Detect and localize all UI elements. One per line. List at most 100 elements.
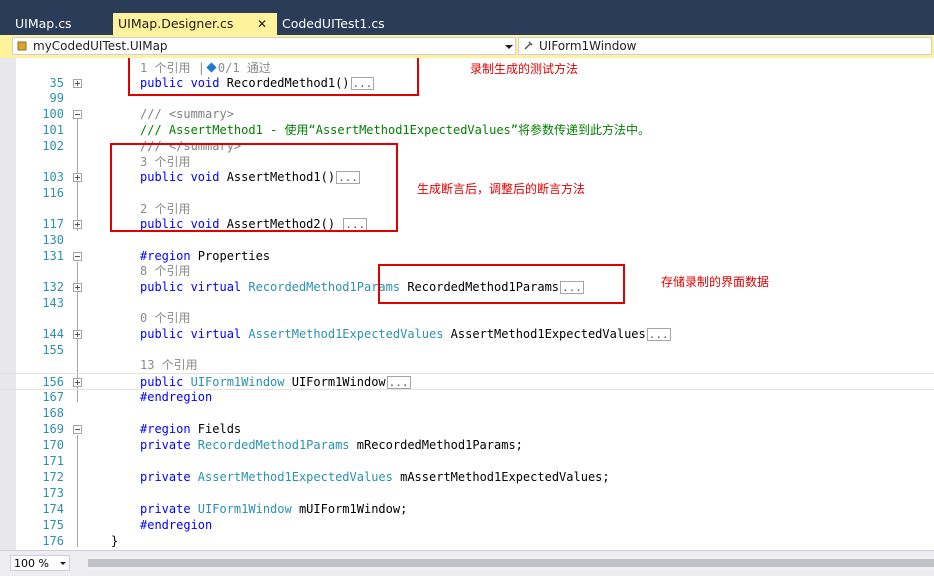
type-name: UIForm1Window bbox=[190, 375, 285, 389]
code-line: 100 /// <summary> bbox=[0, 106, 934, 122]
code-line: 168 bbox=[0, 405, 934, 421]
code-line: 172 private AssertMethod1ExpectedValues … bbox=[0, 469, 934, 485]
line-number: 156 bbox=[42, 375, 64, 389]
annotation-label-assert-methods: 生成断言后，调整后的断言方法 bbox=[417, 182, 586, 196]
tab-uimap-cs[interactable]: UIMap.cs bbox=[10, 13, 110, 35]
annotation-label-stored-data: 存储录制的界面数据 bbox=[661, 275, 770, 289]
tab-codeduitest1-cs[interactable]: CodedUITest1.cs bbox=[277, 13, 427, 35]
collapse-icon[interactable] bbox=[73, 252, 82, 261]
horizontal-scrollbar[interactable] bbox=[88, 557, 934, 569]
line-number: 130 bbox=[42, 233, 64, 247]
type-name: AssertMethod1ExpectedValues bbox=[248, 327, 444, 341]
annotation-label-recorded-method: 录制生成的测试方法 bbox=[470, 62, 579, 76]
keyword: private bbox=[140, 502, 198, 516]
property-name: AssertMethod1ExpectedValues bbox=[443, 327, 646, 341]
collapsed-block-indicator[interactable]: ... bbox=[646, 328, 671, 341]
codelens-references[interactable]: 0 个引用 bbox=[140, 310, 190, 326]
scrollbar-thumb[interactable] bbox=[88, 559, 934, 567]
line-number: 168 bbox=[42, 406, 64, 420]
codelens-references[interactable]: 13 个引用 bbox=[140, 357, 198, 373]
line-number: 169 bbox=[42, 422, 64, 436]
line-number: 131 bbox=[42, 249, 64, 263]
keyword: public virtual bbox=[140, 327, 249, 341]
code-line: 169 #region Fields bbox=[0, 421, 934, 437]
line-number: 35 bbox=[49, 76, 64, 90]
line-number: 171 bbox=[42, 454, 64, 468]
code-line: 173 bbox=[0, 485, 934, 501]
line-number: 99 bbox=[49, 91, 64, 105]
code-editor[interactable]: 1 个引用 | 0/1 通过 35 public void RecordedMet… bbox=[0, 58, 934, 550]
code-line: 176 } bbox=[0, 533, 934, 549]
field-name: mUIForm1Window; bbox=[291, 502, 408, 516]
keyword: #region bbox=[140, 249, 198, 263]
class-dropdown-value: myCodedUITest.UIMap bbox=[33, 39, 168, 53]
code-line: 155 bbox=[0, 342, 934, 358]
expand-icon[interactable] bbox=[73, 173, 82, 182]
zoom-dropdown[interactable]: 100 % bbox=[10, 555, 70, 571]
codelens-references[interactable]: 8 个引用 bbox=[140, 263, 190, 279]
expand-icon[interactable] bbox=[73, 220, 82, 229]
region-name: Fields bbox=[197, 422, 242, 436]
line-number: 170 bbox=[42, 438, 64, 452]
chevron-down-icon bbox=[505, 45, 513, 49]
line-number: 176 bbox=[42, 534, 64, 548]
line-number: 102 bbox=[42, 139, 64, 153]
collapsed-block-indicator[interactable]: ... bbox=[386, 376, 411, 389]
collapse-icon[interactable] bbox=[73, 110, 82, 119]
code-line: 170 private RecordedMethod1Params mRecor… bbox=[0, 437, 934, 453]
line-number: 101 bbox=[42, 123, 64, 137]
keyword: #endregion bbox=[140, 518, 213, 532]
keyword: #endregion bbox=[140, 390, 213, 404]
code-line: 144 public virtual AssertMethod1Expected… bbox=[0, 326, 934, 342]
expand-icon[interactable] bbox=[73, 283, 82, 292]
collapse-icon[interactable] bbox=[73, 425, 82, 434]
line-number: 174 bbox=[42, 502, 64, 516]
keyword: public bbox=[140, 375, 191, 389]
line-number: 103 bbox=[42, 170, 64, 184]
line-number: 100 bbox=[42, 107, 64, 121]
tab-uimap-designer-cs[interactable]: UIMap.Designer.cs ✕ bbox=[113, 13, 277, 35]
line-number: 144 bbox=[42, 327, 64, 341]
line-number: 167 bbox=[42, 390, 64, 404]
member-dropdown[interactable]: UIForm1Window bbox=[518, 37, 932, 55]
annotation-box-stored-data bbox=[378, 264, 625, 304]
field-name: mRecordedMethod1Params; bbox=[349, 438, 523, 452]
annotation-box-recorded-method bbox=[128, 58, 419, 96]
tab-label: UIMap.cs bbox=[15, 16, 72, 31]
member-dropdown-value: UIForm1Window bbox=[539, 39, 637, 53]
field-name: mAssertMethod1ExpectedValues; bbox=[392, 470, 610, 484]
zoom-value: 100 % bbox=[14, 557, 49, 570]
region-name: Properties bbox=[197, 249, 271, 263]
annotation-box-assert-methods bbox=[110, 143, 398, 232]
expand-icon[interactable] bbox=[73, 330, 82, 339]
wrench-icon bbox=[524, 41, 533, 50]
code-line: 167 #endregion bbox=[0, 389, 934, 405]
expand-icon[interactable] bbox=[73, 79, 82, 88]
code-line: 174 private UIForm1Window mUIForm1Window… bbox=[0, 501, 934, 517]
editor-bottom-bar: 100 % bbox=[0, 550, 934, 576]
line-number: 173 bbox=[42, 486, 64, 500]
close-icon[interactable]: ✕ bbox=[257, 13, 267, 35]
document-tab-bar: UIMap.cs UIMap.Designer.cs ✕ CodedUITest… bbox=[0, 0, 934, 35]
code-line: 175 #endregion bbox=[0, 517, 934, 533]
doc-comment: /// <summary> bbox=[140, 107, 234, 121]
expand-icon[interactable] bbox=[73, 378, 82, 387]
class-icon bbox=[17, 41, 27, 51]
keyword: #region bbox=[140, 422, 198, 436]
code-line: 101 /// AssertMethod1 - 使用“AssertMethod1… bbox=[0, 122, 934, 138]
code-line: 171 bbox=[0, 453, 934, 469]
line-number: 172 bbox=[42, 470, 64, 484]
navigation-bar: myCodedUITest.UIMap UIForm1Window bbox=[0, 35, 934, 58]
class-dropdown[interactable]: myCodedUITest.UIMap bbox=[12, 37, 516, 55]
type-name: AssertMethod1ExpectedValues bbox=[197, 470, 393, 484]
line-number: 155 bbox=[42, 343, 64, 357]
tab-label: CodedUITest1.cs bbox=[282, 16, 385, 31]
keyword: public virtual bbox=[140, 280, 249, 294]
chevron-down-icon bbox=[60, 562, 66, 565]
line-number: 117 bbox=[42, 217, 64, 231]
closing-brace: } bbox=[111, 534, 119, 548]
line-number: 116 bbox=[42, 186, 64, 200]
doc-comment: /// AssertMethod1 - 使用“AssertMethod1Expe… bbox=[140, 123, 651, 137]
line-number: 132 bbox=[42, 280, 64, 294]
code-line-current: 156 public UIForm1Window UIForm1Window..… bbox=[0, 373, 934, 390]
